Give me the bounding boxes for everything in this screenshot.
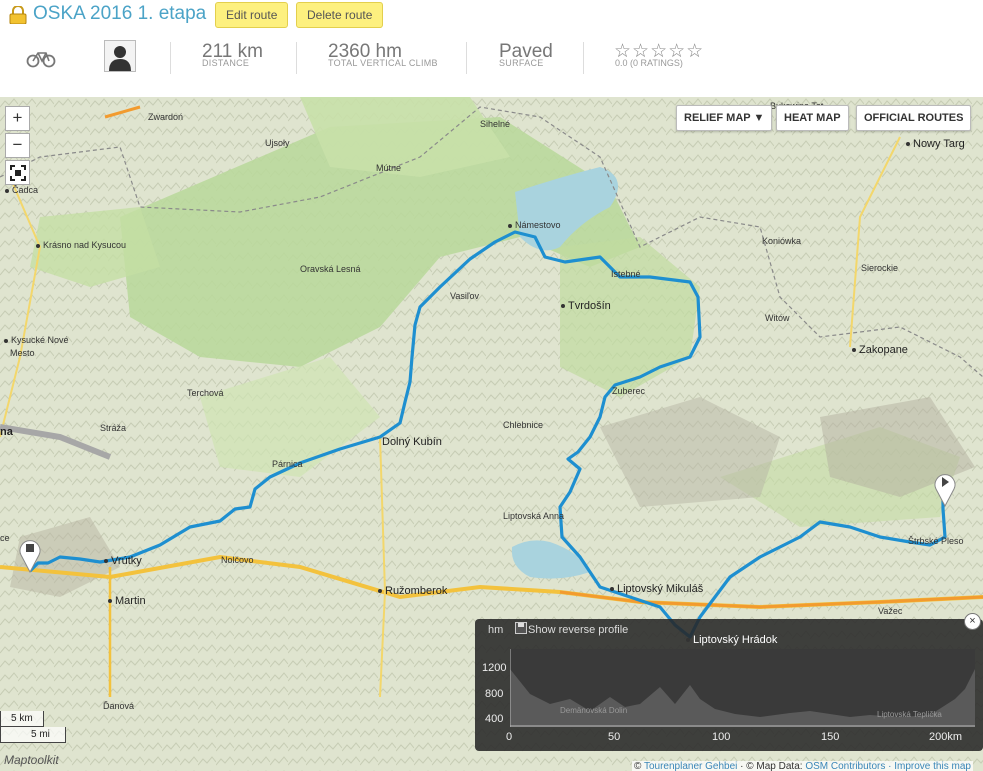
x-tick: 0 [506,731,513,743]
scale-mi: 5 mi [0,727,66,743]
bicycle-icon [26,52,56,68]
x-tick: 150 [821,731,840,743]
place-label: ce [0,533,10,543]
x-tick: 50 [608,731,621,743]
climb-label: TOTAL VERTICAL CLIMB [328,58,438,68]
place-label: Kysucké Nové [4,335,69,345]
profile-place-label: Demänovská Dolin [560,706,628,715]
scale-km: 5 km [0,711,44,727]
place-label: Dolný Kubín [382,436,442,448]
osm-link[interactable]: OSM Contributors [805,761,885,771]
place-label: Ďanová [103,701,135,711]
place-label: Koniówka [762,236,802,246]
show-reverse-profile-link[interactable]: Show reverse profile [528,624,628,636]
divider [170,42,171,74]
map-attribution: © Tourenplaner Gehbei · © Map Data: OSM … [632,761,973,771]
place-label: Liptovský Mikuláš [610,583,703,595]
y-tick: 1200 [482,662,507,674]
place-label: na [0,426,13,438]
place-label: Nowy Targ [906,138,965,150]
user-silhouette-icon [109,46,131,71]
place-label: Oravská Lesná [300,264,361,274]
place-label: Mútne [376,163,402,173]
distance-label: DISTANCE [202,58,250,68]
zoom-out-button[interactable]: − [5,133,30,158]
place-label: Istebné [611,269,641,279]
divider [583,42,584,74]
maptoolkit-logo[interactable]: Maptoolkit [4,753,59,767]
place-label: Ujsoły [265,138,290,148]
delete-route-button[interactable]: Delete route [296,2,384,28]
heat-map-button[interactable]: HEAT MAP [776,105,849,131]
surface-label: SURFACE [499,58,544,68]
place-label: Zakopane [852,344,908,356]
profile-place-label: Liptovská Teplička [877,710,942,719]
divider [296,42,297,74]
mapdata-text: · © Map Data: [737,761,806,771]
place-label: Witów [765,313,790,323]
route-page: OSKA 2016 1. etapa Edit route Delete rou… [0,0,983,771]
place-label: Sihelné [480,119,511,129]
relief-map-dropdown[interactable]: RELIEF MAP ▼ [676,105,773,131]
reverse-checkbox-icon[interactable] [515,622,527,634]
copyright-text: © [634,761,644,771]
place-label: Liptovská Anna [503,511,565,521]
place-label: Chlebnice [503,420,544,430]
place-label: Párnica [272,459,303,469]
place-label: Krásno nad Kysucou [36,240,126,250]
route-header: OSKA 2016 1. etapa Edit route Delete rou… [0,0,983,97]
y-tick: 800 [485,688,504,700]
ratings-count: 0.0 (0 RATINGS) [615,58,683,68]
place-label: Terchová [187,388,224,398]
place-label: Čadca [5,185,38,195]
place-label: Stráža [100,423,127,433]
place-label: Zuberec [612,386,646,396]
zoom-in-button[interactable]: + [5,106,30,131]
user-avatar-icon[interactable] [104,40,136,72]
divider [466,42,467,74]
place-label: Mesto [10,348,35,358]
x-tick: 100 [712,731,731,743]
place-label: Vrútky [104,555,142,567]
tourenplaner-link[interactable]: Tourenplaner Gehbei [644,761,737,771]
place-label: Štrbské Pleso [908,536,964,546]
official-routes-button[interactable]: OFFICIAL ROUTES [856,105,972,131]
route-end-marker-icon[interactable] [933,471,957,507]
lock-icon [9,6,27,24]
fullscreen-icon [9,165,26,181]
place-label: Važec [878,606,903,616]
place-label: Liptovský Hrádok [686,634,777,646]
place-label: Tvrdošín [561,300,611,312]
edit-route-button[interactable]: Edit route [215,2,289,28]
place-label: Martin [108,595,146,607]
place-label: Námestovo [508,220,561,230]
place-label: Vasiľov [450,291,479,301]
improve-map-link[interactable]: · Improve this map [885,761,971,771]
y-tick: 400 [485,713,504,725]
place-label: Sierockie [861,263,899,273]
place-label: Zwardoń [148,112,184,122]
profile-unit: hm [488,624,504,636]
route-start-marker-icon[interactable] [18,537,42,573]
place-label: Nolčovo [221,555,254,565]
route-title[interactable]: OSKA 2016 1. etapa [33,3,206,25]
place-label: Ružomberok [378,585,447,597]
fullscreen-button[interactable] [5,160,30,185]
route-map[interactable]: Zwardoń Ujsoły Mútne Sihelné Bukowina Ta… [0,97,983,771]
close-profile-button[interactable]: × [964,613,981,630]
x-tick: 200km [929,731,963,743]
